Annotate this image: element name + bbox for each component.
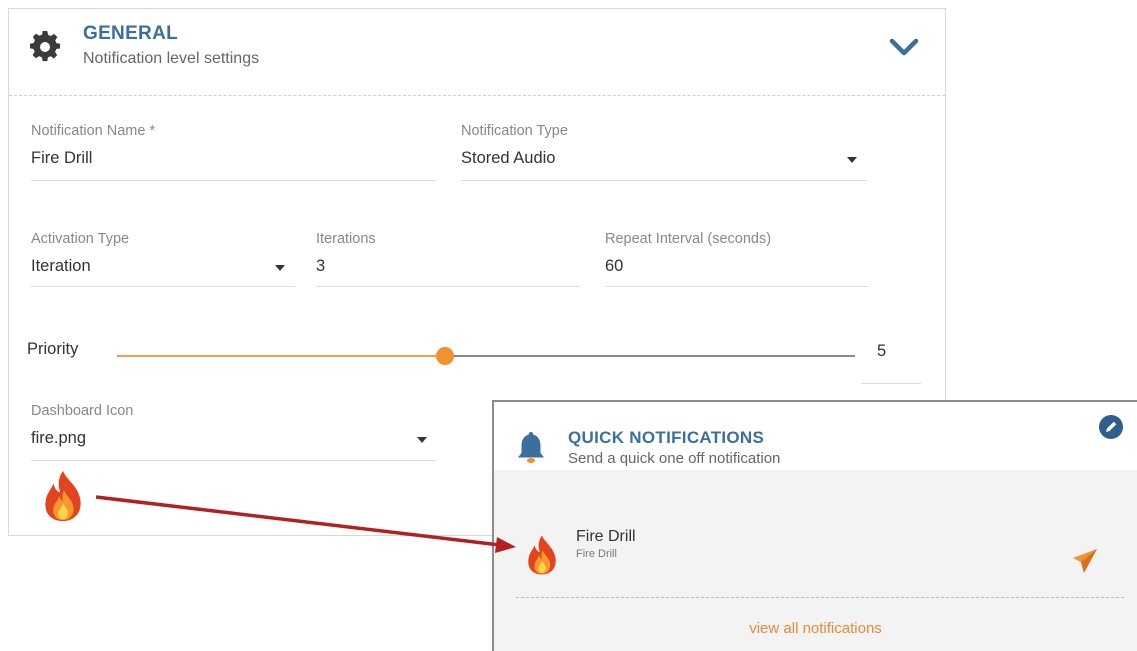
general-header[interactable]: GENERAL Notification level settings [9, 9, 945, 96]
fire-icon [524, 534, 560, 576]
notification-name-value: Fire Drill [31, 149, 93, 167]
priority-label: Priority [27, 340, 79, 358]
quick-notifications-header: QUICK NOTIFICATIONS Send a quick one off… [494, 402, 1137, 470]
list-item[interactable]: Fire Drill Fire Drill [494, 514, 1137, 584]
repeat-interval-field[interactable]: Repeat Interval (seconds) 60 [605, 231, 869, 287]
view-all-notifications-link[interactable]: view all notifications [494, 620, 1137, 637]
caret-down-icon [847, 157, 857, 163]
chevron-down-icon[interactable] [887, 35, 921, 59]
fire-icon [39, 469, 87, 523]
repeat-interval-value: 60 [605, 257, 624, 275]
general-subtitle: Notification level settings [83, 50, 260, 67]
priority-slider[interactable] [117, 347, 855, 369]
activation-type-value: Iteration [31, 257, 91, 275]
iterations-field[interactable]: Iterations 3 [316, 231, 580, 287]
divider [516, 597, 1124, 598]
iterations-value: 3 [316, 257, 326, 275]
quick-notifications-subtitle: Send a quick one off notification [568, 450, 781, 467]
priority-value-box: 5 [861, 335, 921, 384]
gear-icon [29, 31, 61, 62]
send-icon[interactable] [1071, 547, 1099, 575]
quick-notifications-title: QUICK NOTIFICATIONS [568, 428, 765, 447]
notification-name-field[interactable]: Notification Name * Fire Drill [31, 123, 437, 181]
priority-value: 5 [877, 342, 887, 360]
quick-item-name: Fire Drill [576, 528, 636, 545]
edit-pencil-icon[interactable] [1098, 414, 1124, 440]
priority-track [445, 355, 855, 357]
dashboard-icon-select[interactable]: Dashboard Icon fire.png [31, 403, 437, 461]
caret-down-icon [275, 265, 285, 271]
notification-type-value: Stored Audio [461, 149, 556, 167]
iterations-label: Iterations [316, 231, 376, 247]
repeat-interval-label: Repeat Interval (seconds) [605, 231, 772, 247]
notification-type-select[interactable]: Notification Type Stored Audio [461, 123, 867, 181]
notification-name-label: Notification Name * [31, 123, 156, 139]
notification-type-label: Notification Type [461, 123, 568, 139]
bell-icon [518, 432, 544, 463]
general-title: GENERAL [83, 23, 178, 44]
priority-slider-thumb[interactable] [436, 347, 454, 365]
activation-type-select[interactable]: Activation Type Iteration [31, 231, 295, 287]
dashboard-icon-value: fire.png [31, 429, 87, 447]
activation-type-label: Activation Type [31, 231, 130, 247]
priority-track-fill [117, 355, 445, 357]
quick-item-description: Fire Drill [576, 548, 617, 560]
caret-down-icon [417, 437, 427, 443]
dashboard-icon-label: Dashboard Icon [31, 403, 134, 419]
quick-notifications-panel: QUICK NOTIFICATIONS Send a quick one off… [492, 400, 1137, 651]
